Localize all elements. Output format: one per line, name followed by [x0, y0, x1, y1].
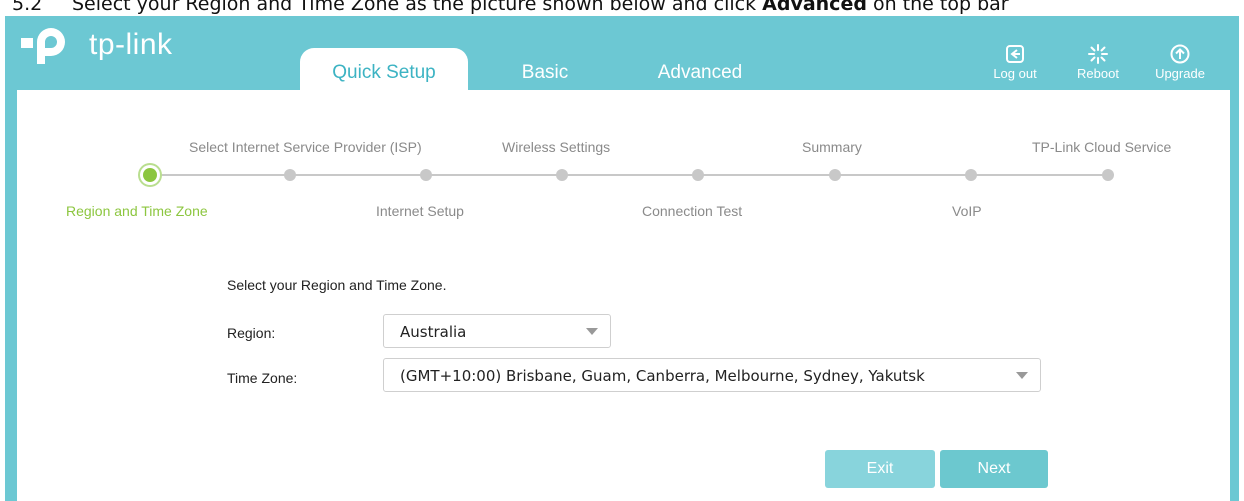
step-label-voip: VoIP	[952, 203, 982, 219]
time-zone-value: (GMT+10:00) Brisbane, Guam, Canberra, Me…	[400, 367, 925, 385]
router-ui-frame: tp-link Quick Setup Basic Advanced Log o…	[5, 16, 1239, 501]
reboot-button[interactable]: Reboot	[1068, 44, 1128, 81]
step-label-region: Region and Time Zone	[66, 203, 208, 219]
time-zone-label: Time Zone:	[227, 370, 298, 386]
log-out-label: Log out	[993, 66, 1037, 81]
tp-link-logo: tp-link	[17, 24, 207, 68]
reboot-icon	[1088, 44, 1108, 64]
step-number: 5.2	[12, 0, 43, 15]
region-select[interactable]: Australia	[383, 314, 611, 348]
upgrade-button[interactable]: Upgrade	[1150, 44, 1210, 81]
tab-advanced[interactable]: Advanced	[625, 48, 775, 90]
step-dot-internet	[420, 169, 432, 181]
reboot-label: Reboot	[1077, 66, 1119, 81]
instruction-suffix: on the top bar	[866, 0, 1009, 15]
log-out-icon	[1006, 45, 1024, 63]
next-button[interactable]: Next	[940, 450, 1048, 488]
upgrade-label: Upgrade	[1155, 66, 1205, 81]
logo-text: tp-link	[89, 28, 173, 61]
instruction-text: Select your Region and Time Zone as the …	[72, 0, 763, 15]
upgrade-icon	[1170, 44, 1190, 64]
region-value: Australia	[400, 323, 467, 341]
form-title: Select your Region and Time Zone.	[227, 277, 447, 293]
step-dot-wireless	[556, 169, 568, 181]
step-dot-isp	[284, 169, 296, 181]
step-dot-summary	[829, 169, 841, 181]
log-out-button[interactable]: Log out	[985, 44, 1045, 81]
tab-quick-setup[interactable]: Quick Setup	[300, 48, 468, 90]
chevron-down-icon	[586, 328, 598, 335]
instruction-bold: Advanced	[762, 0, 867, 15]
chevron-down-icon	[1016, 372, 1028, 379]
tp-link-logo-icon	[21, 28, 65, 64]
document-instruction: 5.2 Select your Region and Time Zone as t…	[0, 0, 1244, 17]
step-label-internet: Internet Setup	[376, 203, 464, 219]
region-label: Region:	[227, 325, 276, 341]
step-dot-connection	[692, 169, 704, 181]
quick-setup-panel: Select Internet Service Provider (ISP) W…	[17, 90, 1230, 501]
step-dot-voip	[965, 169, 977, 181]
step-label-wireless: Wireless Settings	[502, 139, 611, 155]
step-label-connection: Connection Test	[642, 203, 743, 219]
time-zone-select[interactable]: (GMT+10:00) Brisbane, Guam, Canberra, Me…	[383, 358, 1041, 392]
step-label-isp: Select Internet Service Provider (ISP)	[189, 139, 422, 155]
step-dot-region	[143, 168, 157, 182]
tab-basic[interactable]: Basic	[485, 48, 605, 90]
exit-button[interactable]: Exit	[825, 450, 935, 488]
step-label-summary: Summary	[802, 139, 862, 155]
step-dot-cloud	[1102, 169, 1114, 181]
step-label-cloud: TP-Link Cloud Service	[1032, 139, 1172, 155]
